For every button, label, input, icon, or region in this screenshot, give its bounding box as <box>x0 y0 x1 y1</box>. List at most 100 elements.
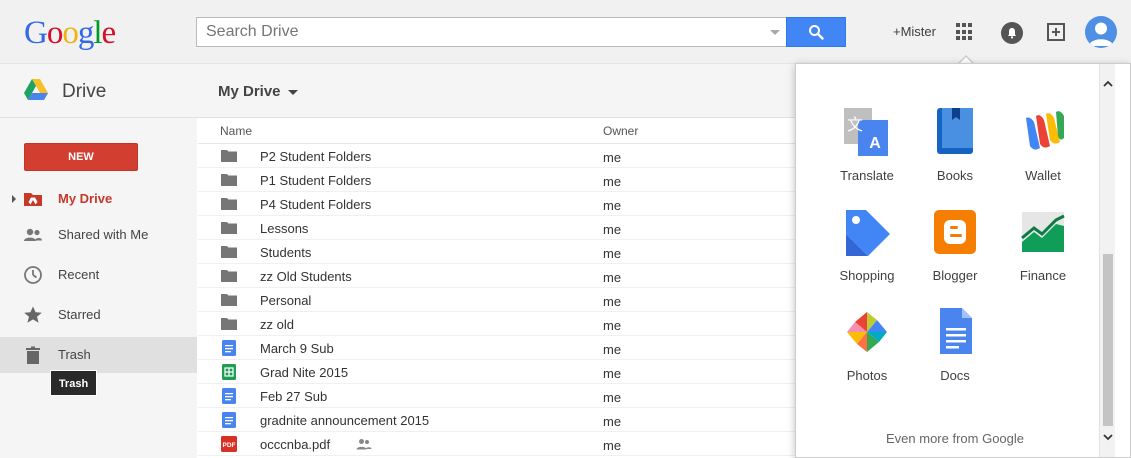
file-name[interactable]: Lessons <box>260 221 308 236</box>
file-name[interactable]: zz Old Students <box>260 269 352 284</box>
chevron-down-icon <box>287 89 298 95</box>
scroll-thumb[interactable] <box>1103 254 1113 426</box>
user-profile-link[interactable]: +Mister <box>893 24 936 39</box>
scroll-down-chevron-icon[interactable] <box>1103 432 1113 442</box>
folder-icon <box>221 292 237 308</box>
docs-icon <box>932 308 978 356</box>
google-sheet-icon <box>221 364 237 380</box>
clock-icon <box>24 266 42 284</box>
star-icon <box>24 306 42 323</box>
file-name[interactable]: Students <box>260 245 311 260</box>
people-icon <box>24 228 42 241</box>
my-drive-menu[interactable]: My Drive <box>218 83 298 100</box>
file-name[interactable]: P4 Student Folders <box>260 197 371 212</box>
google-logo[interactable]: Google <box>24 13 117 53</box>
logo-letter: o <box>46 15 63 51</box>
app-label: Docs <box>940 368 970 383</box>
sidebar: NEW My Drive Shared with Me Recent Starr… <box>0 118 197 458</box>
folder-icon <box>221 148 237 164</box>
apps-panel-scrollbar[interactable] <box>1099 64 1115 457</box>
notifications-bell-icon[interactable] <box>1001 22 1023 44</box>
app-label: Finance <box>1019 268 1067 283</box>
app-tile-shopping[interactable]: Shopping <box>822 208 910 304</box>
file-name[interactable]: Personal <box>260 293 311 308</box>
folder-icon <box>221 244 237 260</box>
file-name[interactable]: Grad Nite 2015 <box>260 365 348 380</box>
folder-icon <box>221 316 237 332</box>
app-tile-wallet[interactable]: Wallet <box>998 108 1086 204</box>
app-label: Photos <box>846 368 888 383</box>
my-drive-icon <box>24 193 42 206</box>
sidebar-item-starred[interactable]: Starred <box>0 297 197 333</box>
app-label: Translate <box>840 168 894 183</box>
file-name[interactable]: P1 Student Folders <box>260 173 371 188</box>
file-owner: me <box>603 438 622 453</box>
column-header-owner[interactable]: Owner <box>603 124 638 138</box>
folder-icon <box>221 268 237 284</box>
scroll-up-chevron-icon[interactable] <box>1103 79 1113 89</box>
file-name[interactable]: zz old <box>260 317 294 332</box>
search-options-caret-icon[interactable] <box>770 30 780 35</box>
google-doc-icon <box>221 388 237 404</box>
file-name[interactable]: occcnba.pdf <box>260 437 330 452</box>
file-owner: me <box>603 270 622 285</box>
search-input[interactable] <box>197 18 757 46</box>
search-box <box>196 17 786 47</box>
sidebar-item-label: Shared with Me <box>58 227 149 242</box>
even-more-from-google-link[interactable]: Even more from Google <box>886 431 1024 446</box>
sidebar-item-recent[interactable]: Recent <box>0 257 197 293</box>
app-tile-photos[interactable]: Photos <box>822 308 910 404</box>
share-plus-icon[interactable] <box>1046 22 1066 42</box>
google-doc-icon <box>221 412 237 428</box>
app-label: Shopping <box>839 268 895 283</box>
trash-tooltip: Trash <box>50 370 97 396</box>
photos-icon <box>844 308 890 356</box>
sidebar-item-label: Trash <box>58 347 91 362</box>
sidebar-item-label: Starred <box>58 307 101 322</box>
file-name[interactable]: Feb 27 Sub <box>260 389 327 404</box>
sidebar-item-shared-with-me[interactable]: Shared with Me <box>0 217 197 253</box>
app-tile-books[interactable]: Books <box>910 108 998 204</box>
file-owner: me <box>603 294 622 309</box>
logo-letter: G <box>24 15 48 51</box>
file-owner: me <box>603 318 622 333</box>
new-button[interactable]: NEW <box>24 143 138 171</box>
location-label: My Drive <box>218 83 281 100</box>
search-icon <box>809 25 824 40</box>
apps-grid-icon[interactable] <box>956 23 974 41</box>
sidebar-item-label: My Drive <box>58 191 113 206</box>
wallet-icon <box>1020 108 1066 156</box>
logo-letter: l <box>93 15 102 51</box>
expand-arrow-icon[interactable] <box>12 195 16 203</box>
google-doc-icon <box>221 340 237 356</box>
file-name[interactable]: March 9 Sub <box>260 341 334 356</box>
blogger-icon <box>932 208 978 256</box>
app-tile-blogger[interactable]: Blogger <box>910 208 998 304</box>
app-label: Wallet <box>1025 168 1061 183</box>
file-name[interactable]: P2 Student Folders <box>260 149 371 164</box>
shopping-icon <box>844 208 890 256</box>
app-tile-finance[interactable]: Finance <box>998 208 1086 304</box>
sidebar-item-trash[interactable]: Trash <box>0 337 197 373</box>
file-owner: me <box>603 246 622 261</box>
logo-letter: e <box>101 15 117 51</box>
finance-icon <box>1020 208 1066 256</box>
app-tile-translate[interactable]: 文 A Translate <box>822 108 910 204</box>
trash-icon <box>26 346 40 364</box>
svg-text:PDF: PDF <box>223 442 236 449</box>
file-owner: me <box>603 150 622 165</box>
logo-letter: g <box>77 15 94 51</box>
sidebar-item-my-drive[interactable]: My Drive <box>0 181 197 217</box>
file-name[interactable]: gradnite announcement 2015 <box>260 413 429 428</box>
drive-window: Google +Mister <box>0 0 1131 458</box>
search-button[interactable] <box>786 17 846 47</box>
app-label: Blogger <box>932 268 978 283</box>
account-avatar[interactable] <box>1085 16 1117 48</box>
drive-product-label: Drive <box>62 81 107 102</box>
column-header-name[interactable]: Name <box>220 124 252 138</box>
folder-icon <box>221 172 237 188</box>
file-owner: me <box>603 222 622 237</box>
file-owner: me <box>603 174 622 189</box>
file-owner: me <box>603 198 622 213</box>
app-tile-docs[interactable]: Docs <box>910 308 998 404</box>
